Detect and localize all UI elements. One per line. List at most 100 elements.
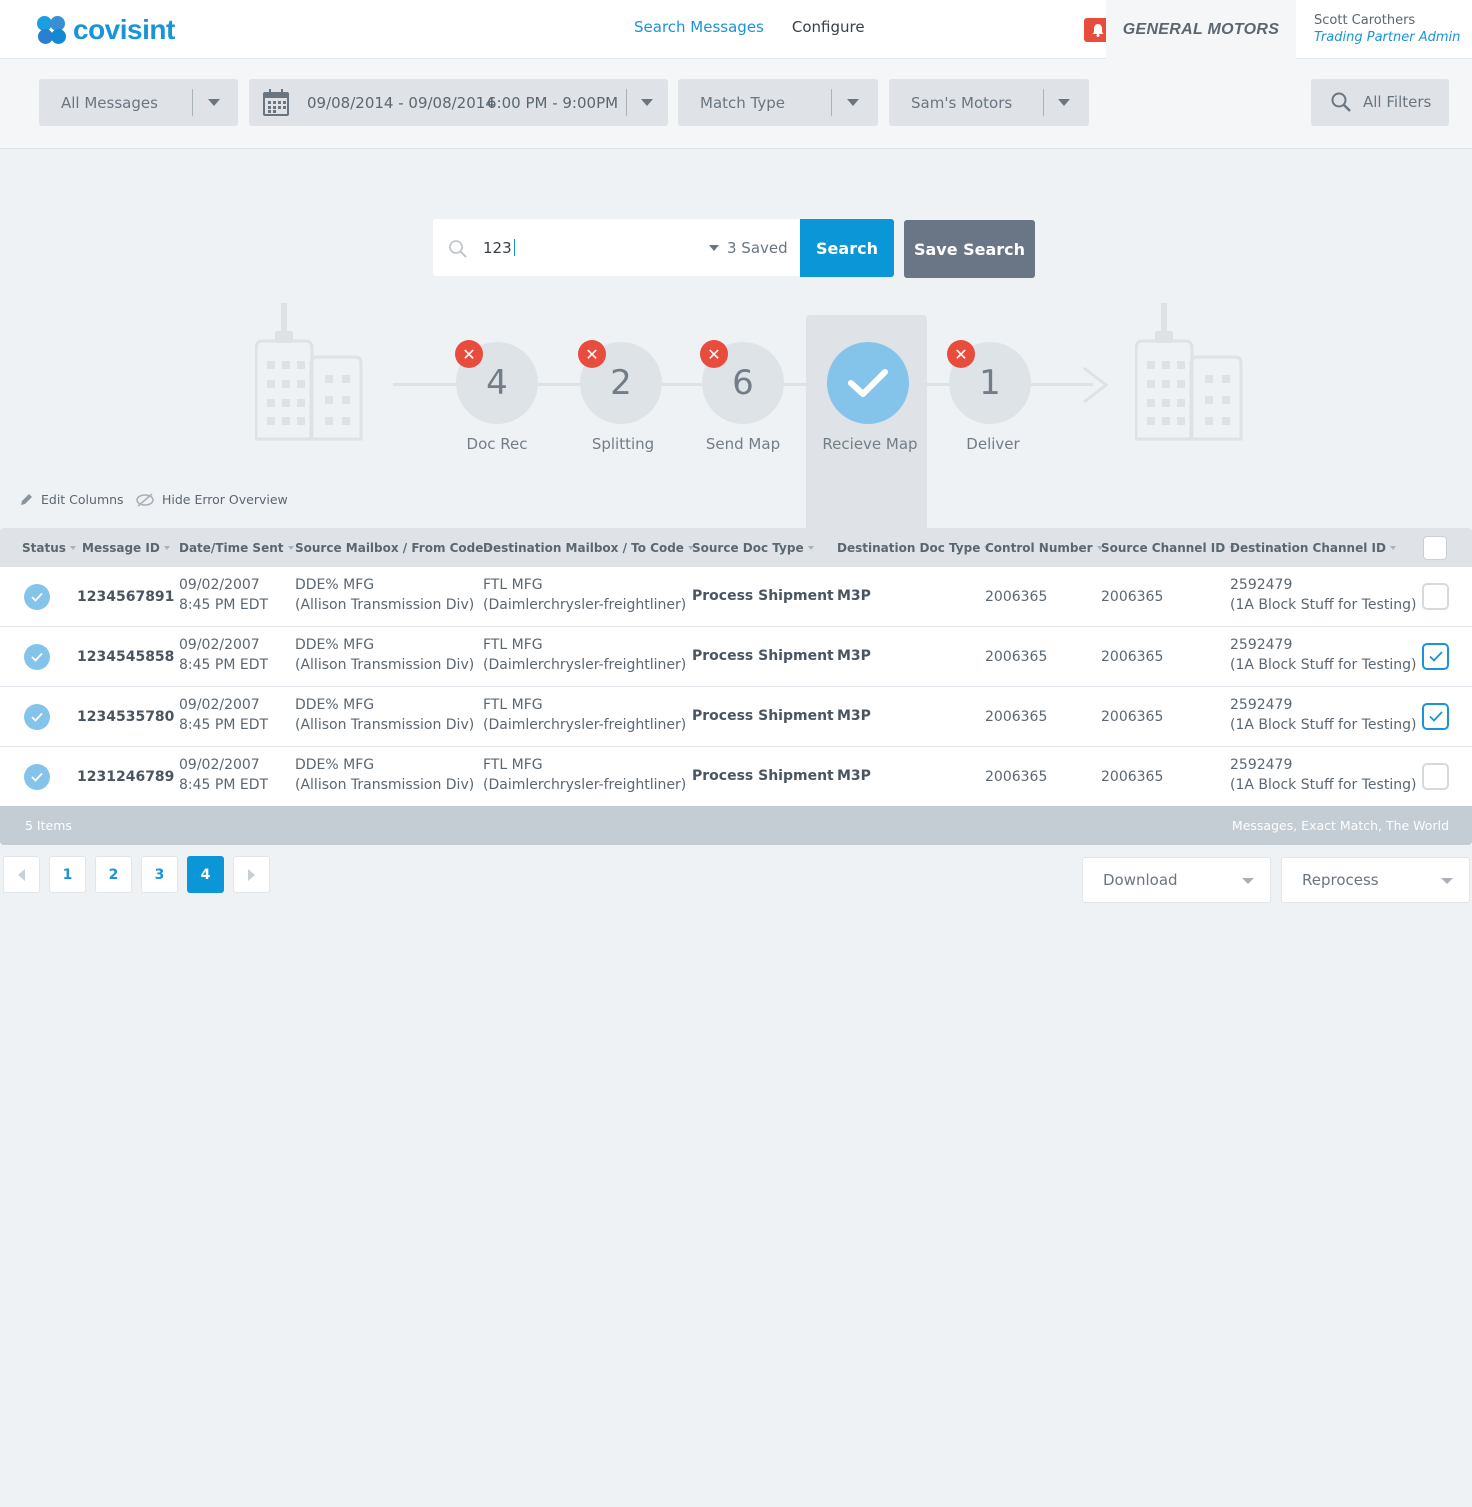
col-destination-mailbox[interactable]: Destination Mailbox / To Code <box>483 541 694 555</box>
col-destination-channel[interactable]: Destination Channel ID <box>1230 541 1396 555</box>
error-x-icon: ✕ <box>947 340 975 368</box>
sort-icon <box>163 546 170 550</box>
sort-icon <box>287 546 294 550</box>
stage-receive-map[interactable] <box>827 342 909 424</box>
company-name[interactable]: GENERAL MOTORS <box>1106 0 1296 59</box>
control-number: 2006365 <box>985 769 1048 785</box>
table-row[interactable]: 1234535780 09/02/2007 8:45 PM EDT DDE% M… <box>0 687 1472 747</box>
col-control-number[interactable]: Control Number <box>985 541 1103 555</box>
reprocess-dropdown[interactable]: Reprocess <box>1281 857 1470 903</box>
message-type-select[interactable]: All Messages <box>39 79 238 126</box>
main-nav: Search Messages Configure <box>634 18 865 36</box>
col-date-time[interactable]: Date/Time Sent <box>179 541 294 555</box>
nav-configure[interactable]: Configure <box>792 18 865 36</box>
chevron-down-icon <box>1242 878 1254 884</box>
download-dropdown[interactable]: Download <box>1082 857 1271 903</box>
message-id[interactable]: 1234567891 <box>77 587 174 607</box>
source-doc-type: Process Shipment <box>692 648 834 664</box>
error-x-icon: ✕ <box>455 340 483 368</box>
chevron-down-icon <box>1058 99 1070 106</box>
row-checkbox[interactable] <box>1422 703 1449 730</box>
destination-doc-type: M3P <box>837 648 871 664</box>
row-checkbox[interactable] <box>1422 643 1449 670</box>
source-channel-id: 2006365 <box>1101 589 1164 605</box>
col-source-mailbox[interactable]: Source Mailbox / From Code <box>295 541 494 555</box>
destination-doc-type: M3P <box>837 588 871 604</box>
table-row[interactable]: 1234545858 09/02/2007 8:45 PM EDT DDE% M… <box>0 627 1472 687</box>
source-code: (Allison Transmission Div) <box>295 657 475 673</box>
message-id[interactable]: 1234545858 <box>77 647 174 667</box>
table-header: Status Message ID Date/Time Sent Source … <box>0 528 1472 567</box>
control-number: 2006365 <box>985 709 1048 725</box>
time-sent: 8:45 PM EDT <box>179 717 269 733</box>
hide-error-overview-label: Hide Error Overview <box>162 492 288 507</box>
date-sent: 09/02/2007 <box>179 577 260 593</box>
user-menu[interactable]: Scott Carothers Trading Partner Admin <box>1314 12 1460 46</box>
divider <box>192 89 193 116</box>
hide-error-overview-link[interactable]: Hide Error Overview <box>136 492 288 507</box>
table-row[interactable]: 1234567891 09/02/2007 8:45 PM EDT DDE% M… <box>0 567 1472 627</box>
covisint-logo[interactable]: covisint <box>37 14 175 46</box>
arrow-left-icon <box>18 868 25 881</box>
page-3[interactable]: 3 <box>141 856 178 893</box>
top-header: covisint Search Messages Configure 2 GEN… <box>0 0 1472 59</box>
destination-code: (Daimlerchrysler-freightliner) <box>483 597 687 613</box>
eye-hidden-icon <box>136 492 154 507</box>
row-checkbox[interactable] <box>1422 583 1449 610</box>
col-status[interactable]: Status <box>22 541 76 555</box>
page-1[interactable]: 1 <box>49 856 86 893</box>
search-input[interactable]: 123 3 Saved <box>433 219 800 276</box>
destination-channel-name: (1A Block Stuff for Testing) <box>1230 597 1417 613</box>
error-x-icon: ✕ <box>578 340 606 368</box>
partner-value: Sam's Motors <box>911 93 1013 112</box>
col-destination-doc-type[interactable]: Destination Doc Type <box>837 541 991 555</box>
col-source-doc-type[interactable]: Source Doc Type <box>692 541 814 555</box>
message-type-value: All Messages <box>61 93 158 112</box>
source-channel-id: 2006365 <box>1101 709 1164 725</box>
col-message-id[interactable]: Message ID <box>82 541 170 555</box>
destination-channel-id: 2592479 <box>1230 697 1293 713</box>
date-sent: 09/02/2007 <box>179 637 260 653</box>
page-2[interactable]: 2 <box>95 856 132 893</box>
edit-columns-link[interactable]: Edit Columns <box>20 492 124 507</box>
partner-select[interactable]: Sam's Motors <box>889 79 1089 126</box>
source-code: (Allison Transmission Div) <box>295 777 475 793</box>
message-id[interactable]: 1231246789 <box>77 767 174 787</box>
destination-channel-name: (1A Block Stuff for Testing) <box>1230 777 1417 793</box>
all-filters-label: All Filters <box>1363 93 1432 111</box>
search-summary: Messages, Exact Match, The World <box>1231 818 1449 833</box>
source-code: (Allison Transmission Div) <box>295 597 475 613</box>
nav-search-messages[interactable]: Search Messages <box>634 18 764 36</box>
search-button[interactable]: Search <box>800 219 894 277</box>
status-success-icon <box>24 584 50 610</box>
stage-label: Deliver <box>966 435 1020 453</box>
table-row[interactable]: 1231246789 09/02/2007 8:45 PM EDT DDE% M… <box>0 747 1472 807</box>
chevron-down-icon <box>208 99 220 106</box>
status-success-icon <box>24 764 50 790</box>
date-range-select[interactable]: 09/08/2014 - 09/08/2014 6:00 PM - 9:00PM <box>249 79 668 126</box>
stage-count: 4 <box>486 363 508 403</box>
select-all-checkbox[interactable] <box>1423 536 1447 560</box>
col-source-channel[interactable]: Source Channel ID <box>1101 541 1236 555</box>
pagination: 1 2 3 4 <box>3 856 270 893</box>
stage-count: 2 <box>610 363 632 403</box>
source-channel-id: 2006365 <box>1101 769 1164 785</box>
match-type-select[interactable]: Match Type <box>678 79 878 126</box>
chevron-down-icon <box>641 99 653 106</box>
caret-down-icon <box>709 245 719 251</box>
sort-icon <box>1389 546 1396 550</box>
stage-count: 1 <box>979 363 1001 403</box>
save-search-button[interactable]: Save Search <box>904 220 1035 278</box>
saved-searches-dropdown[interactable]: 3 Saved <box>709 239 788 257</box>
control-number: 2006365 <box>985 649 1048 665</box>
filter-bar: All Messages 09/08/2014 - 09/08/2014 6:0… <box>0 59 1472 149</box>
source-channel-id: 2006365 <box>1101 649 1164 665</box>
prev-page-button[interactable] <box>3 856 40 893</box>
row-checkbox[interactable] <box>1422 763 1449 790</box>
all-filters-button[interactable]: All Filters <box>1311 79 1449 126</box>
destination-code: (Daimlerchrysler-freightliner) <box>483 777 687 793</box>
page-4[interactable]: 4 <box>187 856 224 893</box>
message-id[interactable]: 1234535780 <box>77 707 174 727</box>
next-page-button[interactable] <box>233 856 270 893</box>
divider <box>626 89 627 116</box>
